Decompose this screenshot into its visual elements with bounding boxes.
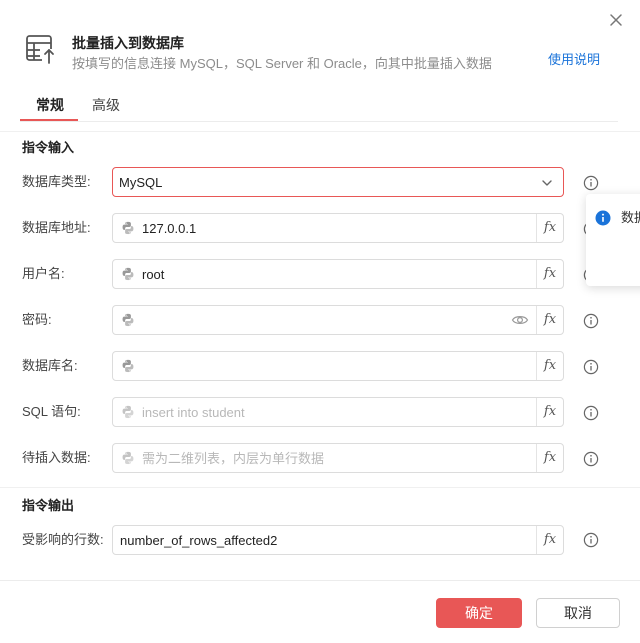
eye-icon[interactable] [511,312,529,328]
section-divider [0,131,640,132]
active-tab-indicator [20,119,78,121]
insert-data-placeholder: 需为二维列表，内层为单行数据 [142,451,325,466]
chevron-down-icon [542,180,552,186]
close-button[interactable] [606,10,626,30]
db-name-input[interactable]: fx [112,351,564,381]
table-insert-icon [24,32,58,66]
rows-affected-value: number_of_rows_affected2 [120,533,278,548]
label-sql: SQL 语句: [22,404,81,419]
label-db-name: 数据库名: [22,358,78,373]
info-icon[interactable] [583,405,599,421]
cancel-button[interactable]: 取消 [536,598,620,628]
section-title-output: 指令输出 [22,498,75,513]
python-icon [122,359,134,373]
fx-button[interactable]: fx [536,526,563,554]
confirm-button[interactable]: 确定 [436,598,522,628]
info-icon[interactable] [583,175,599,191]
dialog-footer: 确定 取消 [0,580,640,643]
tab-advanced[interactable]: 高级 [92,96,120,114]
label-password: 密码: [22,312,52,327]
sql-placeholder: insert into student [142,405,245,420]
username-input[interactable]: root fx [112,259,564,289]
python-icon [122,221,134,235]
info-icon[interactable] [583,313,599,329]
fx-button[interactable]: fx [536,260,563,288]
tooltip-text: 数据 [621,210,640,225]
label-username: 用户名: [22,266,65,281]
db-type-select[interactable]: MySQL [112,167,564,197]
label-db-address: 数据库地址: [22,220,91,235]
info-icon[interactable] [583,451,599,467]
tab-bar: 常规 高级 [20,92,618,122]
tab-general[interactable]: 常规 [36,96,64,114]
dialog-description: 按填写的信息连接 MySQL，SQL Server 和 Oracle，向其中批量… [72,56,492,71]
insert-data-input[interactable]: 需为二维列表，内层为单行数据 fx [112,443,564,473]
dialog-title: 批量插入到数据库 [72,35,184,51]
help-link[interactable]: 使用说明 [548,51,600,69]
password-input[interactable]: fx [112,305,564,335]
info-filled-icon [595,210,611,226]
section-divider [0,487,640,488]
fx-button[interactable]: fx [536,306,563,334]
label-db-type: 数据库类型: [22,174,91,189]
fx-button[interactable]: fx [536,214,563,242]
info-icon[interactable] [583,359,599,375]
python-icon [122,267,134,281]
tooltip-popover: 数据 [586,194,640,286]
sql-input[interactable]: insert into student fx [112,397,564,427]
fx-button[interactable]: fx [536,444,563,472]
python-icon [122,405,134,419]
python-icon [122,451,134,465]
fx-button[interactable]: fx [536,352,563,380]
close-icon [610,14,622,26]
label-rows-affected: 受影响的行数: [22,532,104,547]
python-icon [122,313,134,327]
label-insert-data: 待插入数据: [22,450,91,465]
info-icon[interactable] [583,532,599,548]
db-address-value: 127.0.0.1 [142,221,197,236]
section-title-input: 指令输入 [22,140,75,155]
db-address-input[interactable]: 127.0.0.1 fx [112,213,564,243]
fx-button[interactable]: fx [536,398,563,426]
db-type-value: MySQL [119,175,163,190]
rows-affected-input[interactable]: number_of_rows_affected2 fx [112,525,564,555]
username-value: root [142,267,165,282]
